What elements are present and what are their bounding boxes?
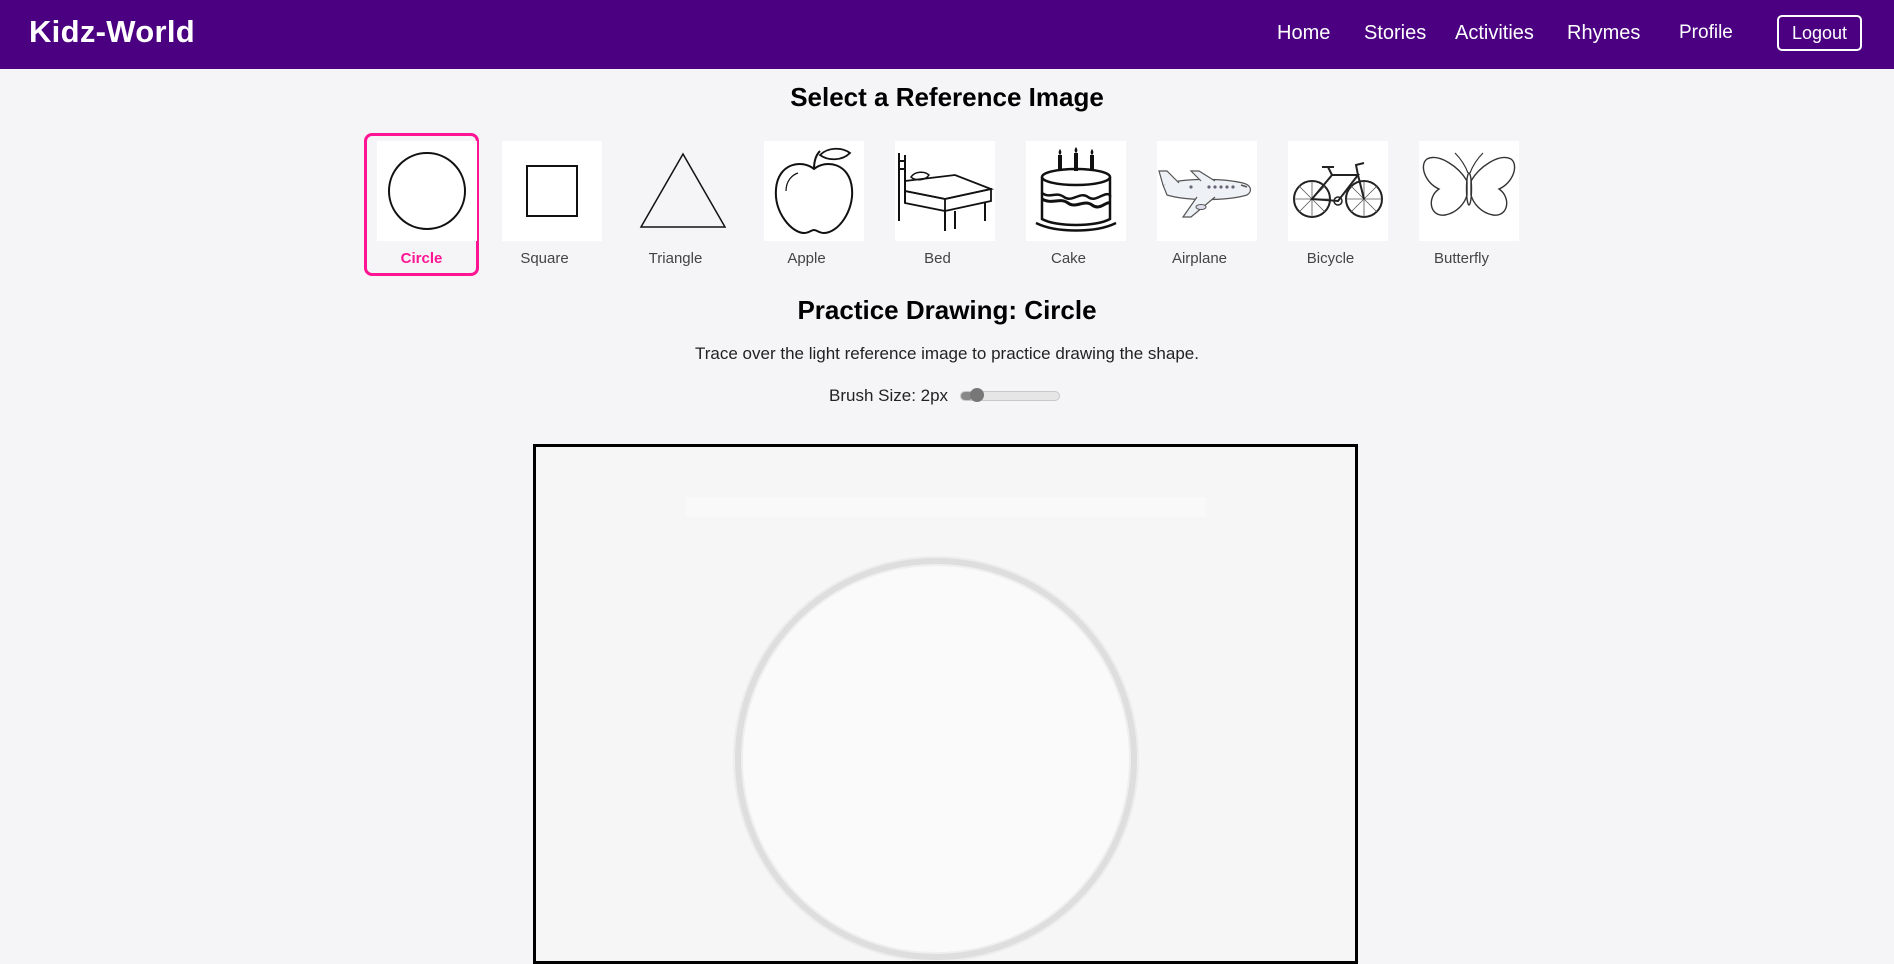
reference-item-label: Triangle — [648, 250, 703, 267]
reference-item-circle[interactable]: Circle — [364, 133, 479, 276]
brush-size-control: Brush Size: 2px — [829, 384, 1061, 408]
nav-stories[interactable]: Stories — [1364, 22, 1426, 45]
reference-item-airplane[interactable]: Airplane — [1142, 133, 1257, 276]
square-icon — [502, 141, 602, 241]
drawing-canvas[interactable] — [533, 444, 1358, 964]
airplane-icon — [1157, 141, 1257, 241]
reference-tracing-image — [686, 497, 1206, 961]
logout-button[interactable]: Logout — [1777, 15, 1862, 51]
reference-item-bed[interactable]: Bed — [880, 133, 995, 276]
practice-instruction: Trace over the light reference image to … — [695, 344, 1199, 363]
bicycle-icon — [1288, 141, 1388, 241]
reference-item-label: Bed — [924, 250, 951, 267]
reference-item-label: Airplane — [1171, 250, 1228, 267]
nav-activities[interactable]: Activities — [1455, 22, 1534, 45]
brand-logo[interactable]: Kidz-World — [29, 14, 195, 50]
reference-item-label: Circle — [400, 250, 443, 267]
reference-item-label: Butterfly — [1433, 250, 1490, 267]
reference-item-cake[interactable]: Cake — [1011, 133, 1126, 276]
nav-profile[interactable]: Profile — [1679, 22, 1733, 44]
reference-item-label: Bicycle — [1306, 250, 1355, 267]
reference-item-square[interactable]: Square — [487, 133, 602, 276]
reference-image-list: Circle Square Triangle Apple Bed Cake Ai… — [364, 133, 1524, 276]
navbar: Kidz-World Home Stories Activities Rhyme… — [0, 0, 1894, 69]
brush-size-label: Brush Size: 2px — [829, 386, 949, 405]
nav-rhymes[interactable]: Rhymes — [1567, 22, 1640, 45]
reference-item-apple[interactable]: Apple — [749, 133, 864, 276]
reference-item-label: Square — [520, 250, 569, 267]
slider-handle[interactable] — [969, 388, 984, 402]
butterfly-icon — [1419, 141, 1519, 241]
nav-home[interactable]: Home — [1277, 22, 1330, 45]
reference-section-title: Select a Reference Image — [790, 82, 1104, 112]
triangle-icon — [633, 141, 733, 241]
reference-item-bicycle[interactable]: Bicycle — [1273, 133, 1388, 276]
reference-item-butterfly[interactable]: Butterfly — [1404, 133, 1519, 276]
circle-icon — [377, 141, 477, 241]
reference-item-label: Cake — [1050, 250, 1087, 267]
reference-item-label: Apple — [787, 250, 826, 267]
brush-size-slider[interactable] — [960, 388, 1061, 402]
apple-icon — [764, 141, 864, 241]
practice-title: Practice Drawing: Circle — [797, 295, 1097, 325]
reference-item-triangle[interactable]: Triangle — [618, 133, 733, 276]
bed-icon — [895, 141, 995, 241]
cake-icon — [1026, 141, 1126, 241]
